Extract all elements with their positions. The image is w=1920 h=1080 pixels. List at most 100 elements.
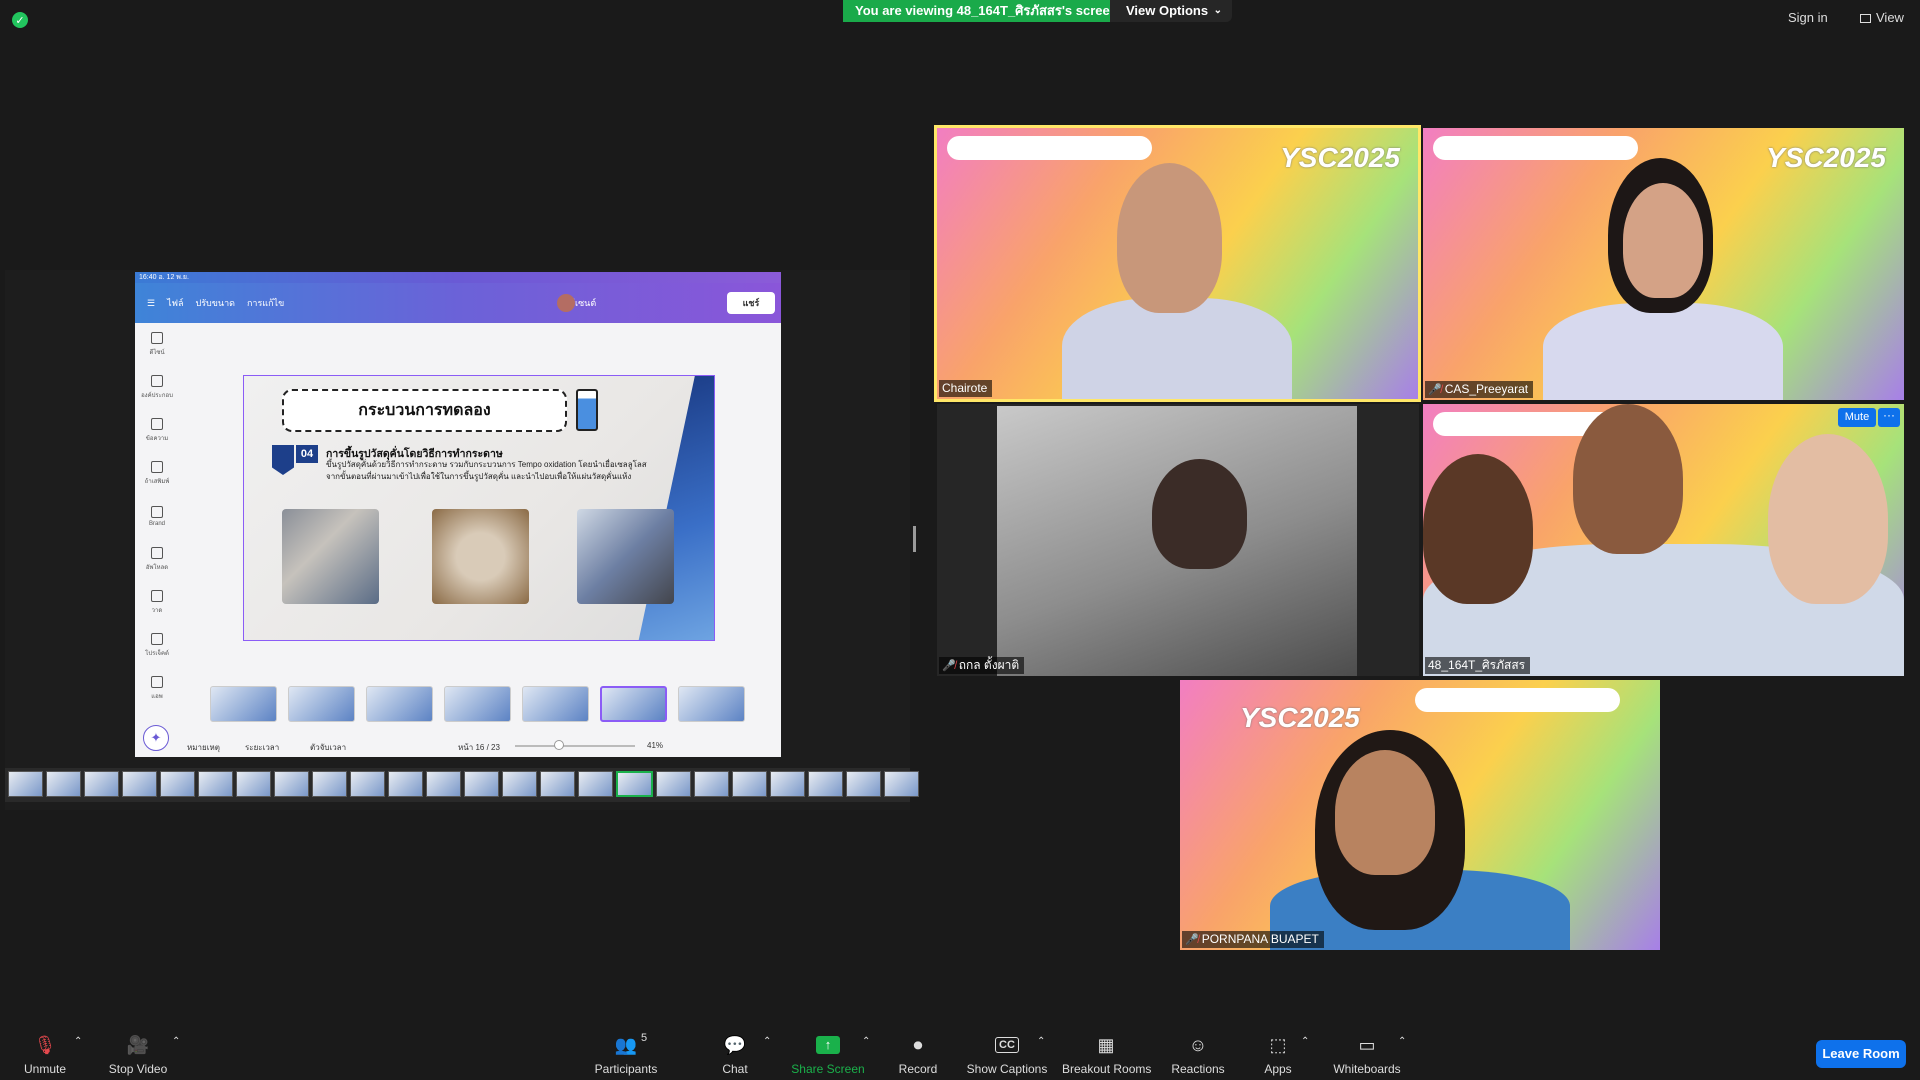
filmstrip-thumb[interactable]	[84, 771, 119, 797]
apps-icon: ⬚	[1269, 1034, 1287, 1055]
slide-filmstrip	[5, 768, 919, 802]
zoom-slider[interactable]	[515, 745, 635, 747]
page-thumbnail[interactable]	[678, 686, 745, 722]
filmstrip-thumb[interactable]	[122, 771, 157, 797]
view-label: View	[1876, 10, 1904, 25]
chat-options-caret[interactable]: ⌃	[763, 1036, 771, 1047]
menu-icon[interactable]: ☰	[147, 298, 155, 309]
filmstrip-thumb[interactable]	[694, 771, 729, 797]
top-bar: ✓ You are viewing 48_164T_ศิรภัสสร's scr…	[0, 0, 1920, 40]
whiteboard-icon: ▭	[1358, 1034, 1376, 1055]
share-screen-button[interactable]: ↑ Share Screen	[790, 1034, 866, 1076]
filmstrip-thumb[interactable]	[808, 771, 843, 797]
tool-projects[interactable]: โปรเจ็คต์	[135, 624, 179, 667]
page-thumbnail[interactable]	[522, 686, 589, 722]
participants-button[interactable]: 👥 Participants	[588, 1034, 664, 1077]
filmstrip-thumb[interactable]	[46, 771, 81, 797]
tool-uploads[interactable]: อัพโหลด	[135, 538, 179, 581]
video-tile-48-164t[interactable]: Mute ··· 48_164T_ศิรภัสสร	[1423, 404, 1904, 676]
view-options-button[interactable]: View Options ⌄	[1110, 0, 1232, 22]
record-button[interactable]: ⏺ Record	[895, 1034, 941, 1077]
filmstrip-thumb[interactable]	[160, 771, 195, 797]
leave-room-button[interactable]: Leave Room	[1816, 1040, 1906, 1068]
reactions-button[interactable]: ☺ Reactions	[1170, 1034, 1226, 1077]
video-tile-takol[interactable]: 🎤̸ ถกล ตั้งผาติ	[937, 404, 1419, 676]
page-thumbnail[interactable]	[444, 686, 511, 722]
video-options-caret[interactable]: ⌃	[172, 1036, 180, 1047]
participant-video	[1768, 434, 1888, 604]
filmstrip-thumb[interactable]	[578, 771, 613, 797]
page-thumbnail[interactable]	[288, 686, 355, 722]
mute-participant-button[interactable]: Mute	[1838, 408, 1876, 427]
notes-button[interactable]: หมายเหตุ	[187, 741, 220, 754]
canva-menu-file[interactable]: ไฟล์	[167, 296, 183, 310]
zoom-slider-knob[interactable]	[554, 740, 564, 750]
canva-menu-resize[interactable]: ปรับขนาด	[196, 296, 235, 310]
shield-icon[interactable]: ✓	[12, 12, 28, 28]
apps-options-caret[interactable]: ⌃	[1301, 1036, 1309, 1047]
whiteboard-options-caret[interactable]: ⌃	[1398, 1036, 1406, 1047]
video-tile-cas-preeyarat[interactable]: YSC2025 🎤̸ CAS_Preeyarat	[1423, 128, 1904, 400]
timer-button[interactable]: ตัวจับเวลา	[310, 741, 346, 754]
page-thumbnail[interactable]	[210, 686, 277, 722]
tool-text[interactable]: ข้อความ	[135, 409, 179, 452]
canva-menu-edit[interactable]: การแก้ไข	[247, 296, 284, 310]
tool-photos[interactable]: ถ้าเสพิมพ์	[135, 452, 179, 495]
filmstrip-thumb[interactable]	[770, 771, 805, 797]
tool-brand[interactable]: Brand	[135, 495, 179, 538]
sponsor-logos	[1433, 136, 1638, 160]
shared-screen-content: 16:40 อ. 12 พ.ย. ☰ ไฟล์ ปรับขนาด การแก้ไ…	[135, 272, 781, 757]
filmstrip-thumb[interactable]	[502, 771, 537, 797]
participant-video	[1335, 750, 1435, 875]
filmstrip-thumb[interactable]	[312, 771, 347, 797]
filmstrip-thumb[interactable]	[274, 771, 309, 797]
tool-apps[interactable]: แอพ	[135, 667, 179, 710]
stop-video-button[interactable]: 🎥 Stop Video	[106, 1034, 170, 1077]
filmstrip-thumb[interactable]	[236, 771, 271, 797]
breakout-rooms-button[interactable]: ▦ Breakout Rooms	[1062, 1034, 1151, 1077]
filmstrip-thumb[interactable]	[8, 771, 43, 797]
split-resize-handle[interactable]	[913, 526, 916, 552]
meeting-toolbar: 🎙 Unmute ⌃ 🎥 Stop Video ⌃ 👥 Participants…	[0, 1026, 1920, 1080]
filmstrip-thumb[interactable]	[732, 771, 767, 797]
tool-elements[interactable]: องค์ประกอบ	[135, 366, 179, 409]
canva-share-button[interactable]: แชร์	[727, 292, 775, 314]
filmstrip-thumb[interactable]	[464, 771, 499, 797]
sign-in-link[interactable]: Sign in	[1788, 10, 1828, 25]
whiteboards-button[interactable]: ▭ Whiteboards	[1330, 1034, 1404, 1077]
viewing-banner: You are viewing 48_164T_ศิรภัสสร's scree…	[843, 0, 1130, 22]
page-thumbnail-active[interactable]	[600, 686, 667, 722]
video-tile-chairote[interactable]: YSC2025 Chairote	[934, 125, 1421, 402]
record-icon: ⏺	[913, 1034, 923, 1055]
ysc-logo: YSC2025	[1766, 142, 1886, 173]
slide-title: กระบวนการทดลอง	[282, 389, 567, 432]
view-button[interactable]: View	[1860, 10, 1904, 25]
filmstrip-thumb[interactable]	[540, 771, 575, 797]
filmstrip-thumb[interactable]	[388, 771, 423, 797]
filmstrip-thumb[interactable]	[846, 771, 881, 797]
chat-button[interactable]: 💬 Chat	[715, 1034, 755, 1077]
filmstrip-thumb[interactable]	[350, 771, 385, 797]
share-options-caret[interactable]: ⌃	[862, 1036, 870, 1047]
tool-design[interactable]: ดีไซน์	[135, 323, 179, 366]
sponsor-logos	[947, 136, 1152, 160]
video-tile-pornpana[interactable]: YSC2025 🎤̸ PORNPANA BUAPET	[1180, 680, 1660, 950]
filmstrip-thumb[interactable]	[426, 771, 461, 797]
participant-video	[1152, 459, 1247, 569]
slide-photo	[282, 509, 379, 604]
page-thumbnail[interactable]	[366, 686, 433, 722]
slide-canvas[interactable]: กระบวนการทดลอง 04 การขึ้นรูปวัสดุคั่นโดย…	[243, 375, 715, 641]
filmstrip-thumb[interactable]	[656, 771, 691, 797]
audio-options-caret[interactable]: ⌃	[74, 1036, 82, 1047]
more-options-button[interactable]: ···	[1878, 408, 1900, 427]
tool-draw[interactable]: วาด	[135, 581, 179, 624]
filmstrip-thumb[interactable]	[198, 771, 233, 797]
apps-button[interactable]: ⬚ Apps	[1260, 1034, 1296, 1077]
filmstrip-thumb[interactable]	[884, 771, 919, 797]
unmute-button[interactable]: 🎙 Unmute	[18, 1034, 72, 1077]
duration-button[interactable]: ระยะเวลา	[245, 741, 279, 754]
name-tag: Chairote	[939, 380, 993, 397]
captions-options-caret[interactable]: ⌃	[1037, 1036, 1045, 1047]
filmstrip-thumb-active[interactable]	[616, 771, 653, 797]
participants-icon: 👥	[614, 1034, 638, 1055]
